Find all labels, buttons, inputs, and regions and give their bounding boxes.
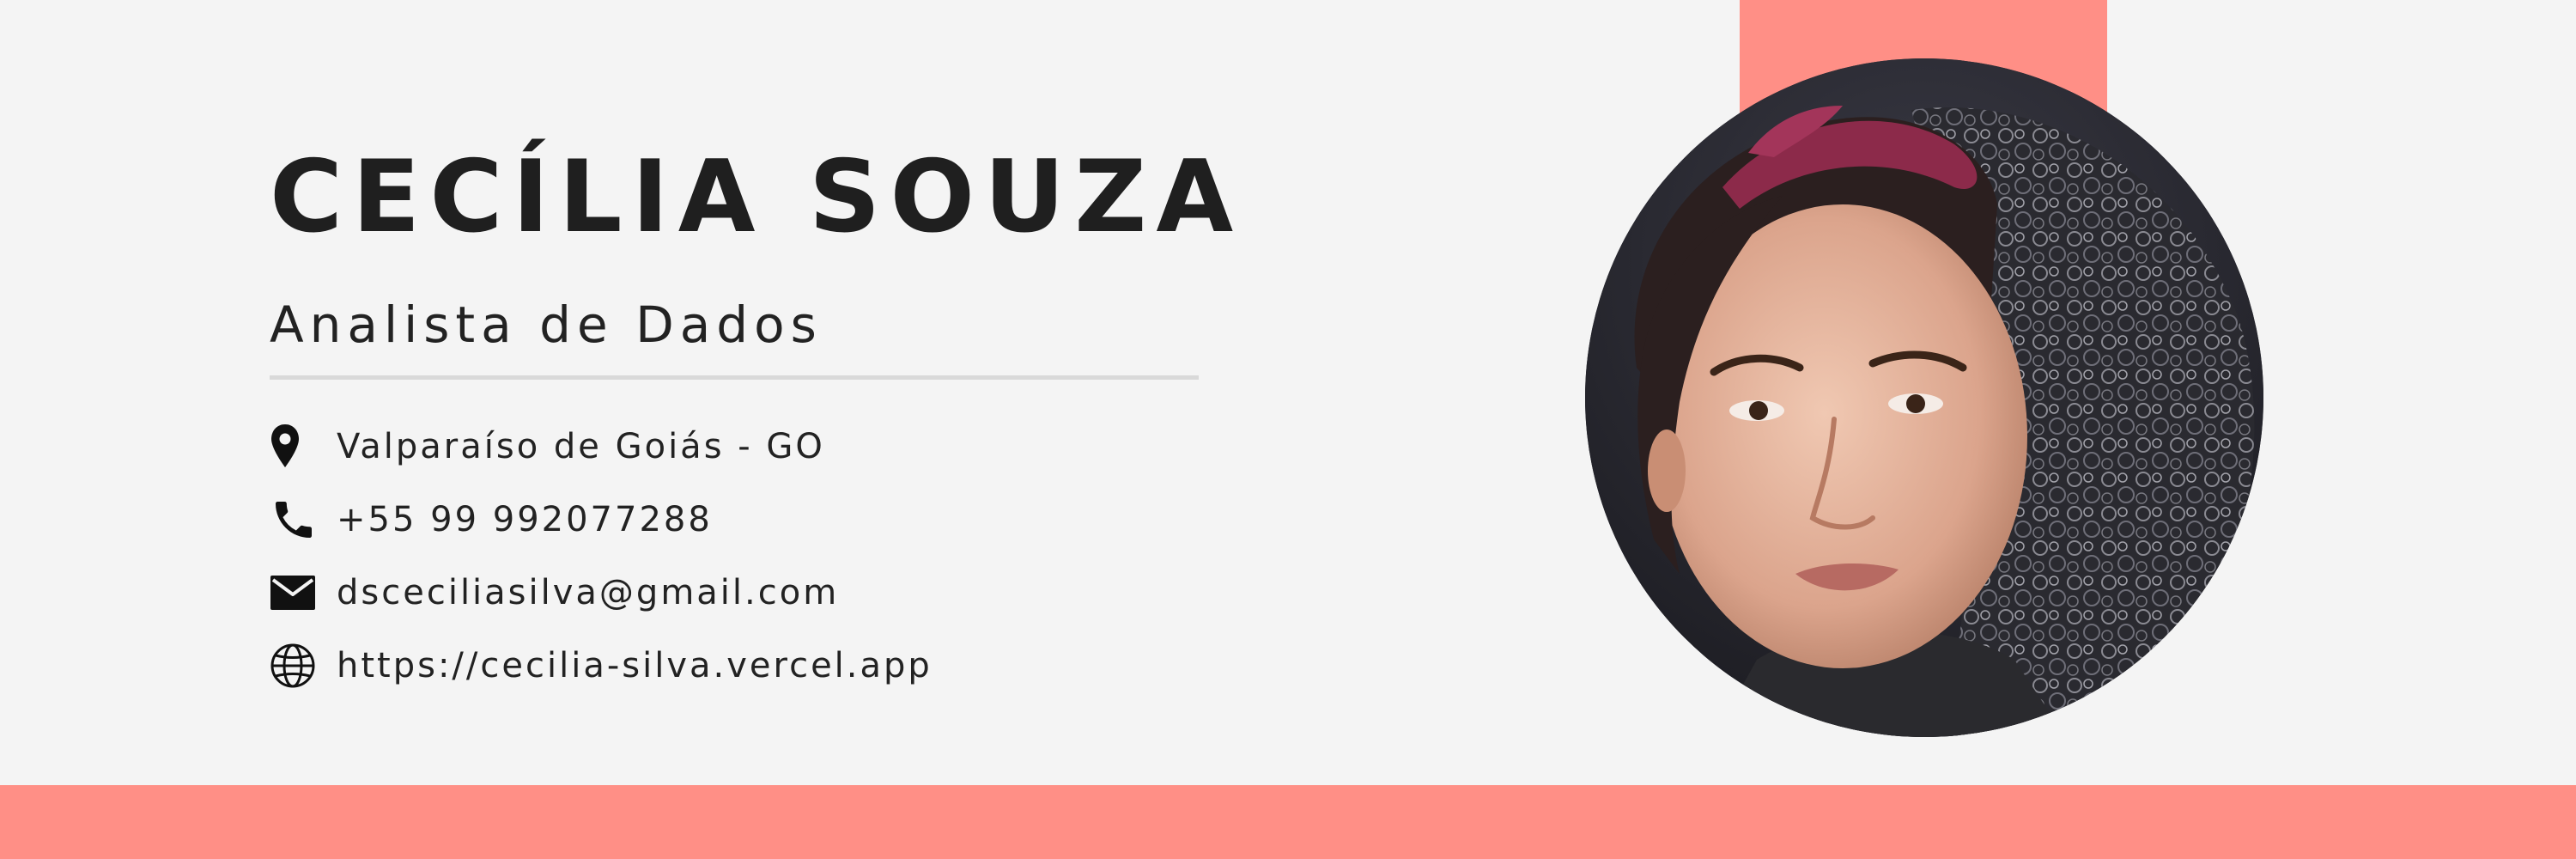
bottom-accent-bar xyxy=(0,785,2576,859)
globe-icon xyxy=(270,642,318,690)
phone-icon xyxy=(270,496,318,544)
profile-name: CECÍLIA SOUZA xyxy=(270,139,1243,255)
portrait-illustration xyxy=(1585,58,2263,737)
profile-photo xyxy=(1585,58,2263,737)
contact-website: https://cecilia-silva.vercel.app xyxy=(270,640,1300,691)
contact-list: Valparaíso de Goiás - GO +55 99 99207728… xyxy=(270,421,1300,713)
divider xyxy=(270,375,1199,380)
envelope-icon xyxy=(270,569,318,617)
contact-website-text: https://cecilia-silva.vercel.app xyxy=(337,646,933,685)
profile-title: Analista de Dados xyxy=(270,295,823,354)
contact-phone-text: +55 99 992077288 xyxy=(337,500,713,539)
contact-email: dsceciliasilva@gmail.com xyxy=(270,567,1300,618)
contact-email-text: dsceciliasilva@gmail.com xyxy=(337,573,840,612)
contact-phone: +55 99 992077288 xyxy=(270,494,1300,545)
profile-banner: CECÍLIA SOUZA Analista de Dados Valparaí… xyxy=(0,0,2576,859)
location-pin-icon xyxy=(270,423,318,471)
contact-location: Valparaíso de Goiás - GO xyxy=(270,421,1300,472)
contact-location-text: Valparaíso de Goiás - GO xyxy=(337,427,825,466)
